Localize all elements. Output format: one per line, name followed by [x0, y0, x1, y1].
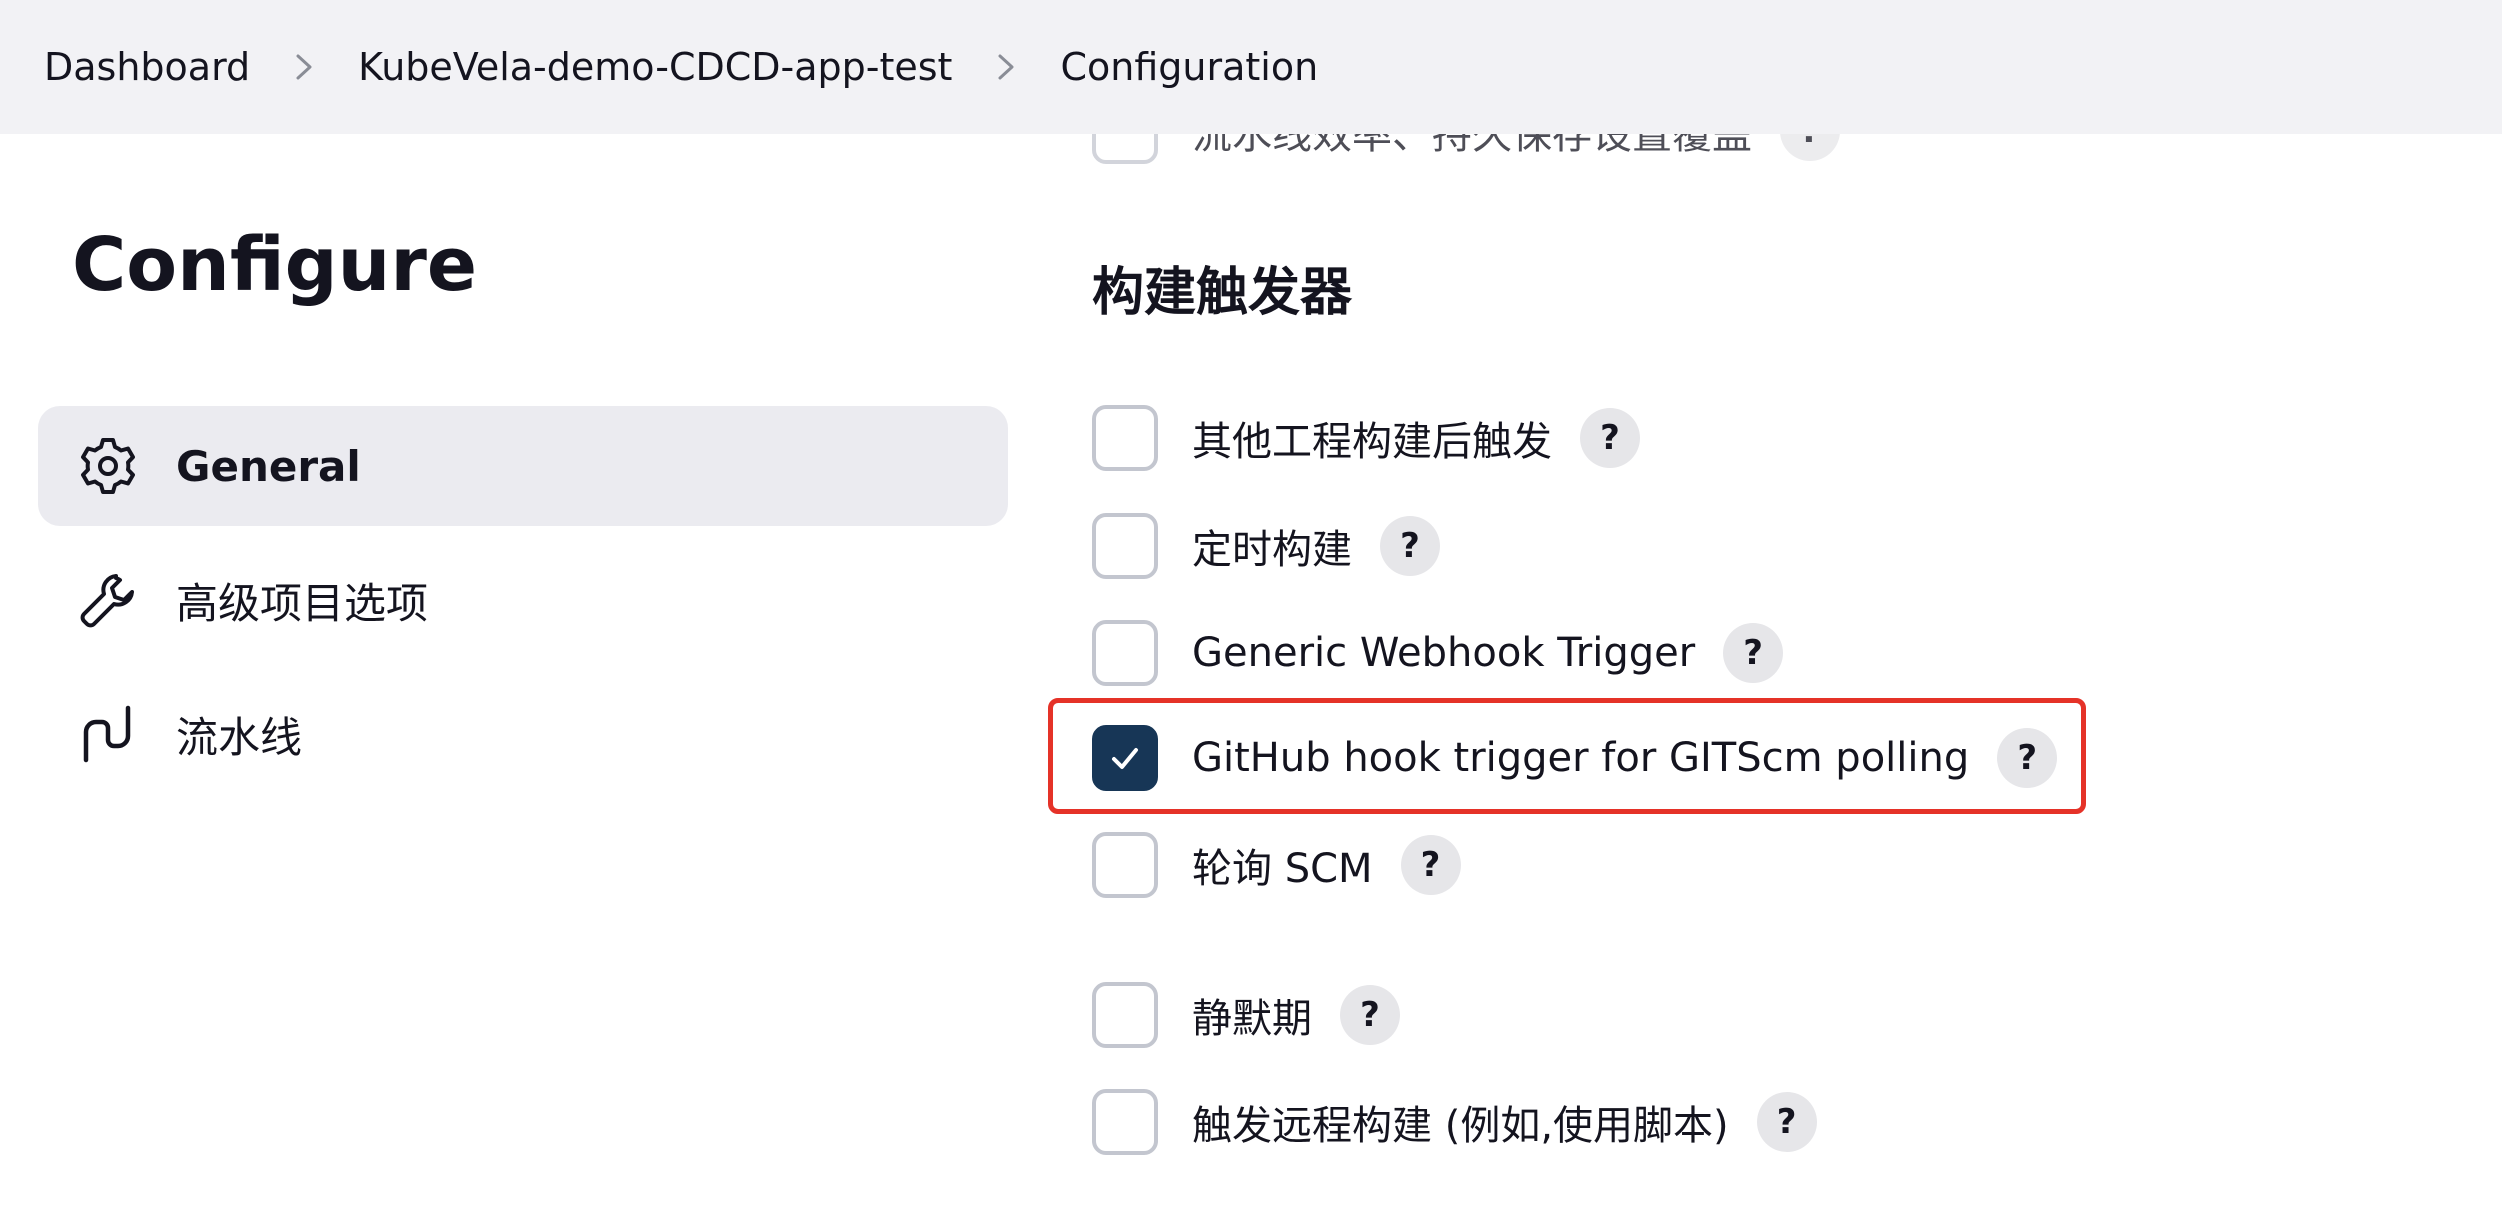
- checkbox[interactable]: [1092, 620, 1158, 686]
- help-icon[interactable]: ?: [1340, 985, 1400, 1045]
- sidebar-item-label: 高级项目选项: [176, 578, 429, 628]
- option-row: 触发远程构建 (例如,使用脚本) ?: [1092, 1087, 1817, 1157]
- option-row-highlighted: GitHub hook trigger for GITScm polling ?: [1092, 723, 2058, 793]
- wrench-icon: [72, 564, 144, 636]
- checkbox[interactable]: [1092, 982, 1158, 1048]
- gear-icon: [72, 430, 144, 502]
- option-label: 定时构建: [1192, 527, 1352, 573]
- sidebar-item-pipeline[interactable]: 流水线: [38, 674, 1008, 794]
- help-icon[interactable]: ?: [1723, 623, 1784, 683]
- pipeline-icon: [72, 698, 144, 770]
- sidebar-item-label: General: [176, 441, 361, 491]
- breadcrumb-configuration[interactable]: Configuration: [1060, 45, 1318, 89]
- help-icon[interactable]: ?: [1756, 1092, 1817, 1152]
- option-label: 静默期: [1192, 996, 1312, 1042]
- option-label: 其他工程构建后触发: [1192, 419, 1552, 465]
- breadcrumb-dashboard[interactable]: Dashboard: [44, 45, 250, 89]
- option-row: 轮询 SCM ?: [1092, 830, 1461, 900]
- option-row: 其他工程构建后触发 ?: [1092, 403, 1640, 473]
- checkbox[interactable]: [1092, 1089, 1158, 1155]
- checkbox[interactable]: [1092, 405, 1158, 471]
- chevron-right-icon: [284, 47, 324, 87]
- check-icon: [1112, 748, 1138, 769]
- option-row: Generic Webhook Trigger ?: [1092, 618, 1784, 688]
- option-row: 定时构建 ?: [1092, 511, 1440, 581]
- sidebar-item-advanced[interactable]: 高级项目选项: [38, 540, 1008, 660]
- option-label: GitHub hook trigger for GITScm polling: [1192, 735, 1970, 781]
- sidebar-item-label: 流水线: [176, 712, 303, 762]
- breadcrumb: Dashboard KubeVela-demo-CDCD-app-test Co…: [0, 0, 2502, 134]
- checkbox-checked[interactable]: [1092, 725, 1158, 791]
- page-title: Configure: [72, 222, 478, 308]
- checkbox[interactable]: [1092, 513, 1158, 579]
- breadcrumb-job[interactable]: KubeVela-demo-CDCD-app-test: [358, 45, 952, 89]
- help-icon[interactable]: ?: [1580, 408, 1640, 468]
- option-row: 静默期 ?: [1092, 980, 1400, 1050]
- help-icon[interactable]: ?: [1380, 516, 1440, 576]
- help-icon[interactable]: ?: [1997, 728, 2058, 788]
- section-title: 构建触发器: [1092, 263, 1353, 323]
- help-icon[interactable]: ?: [1400, 835, 1461, 895]
- option-label: Generic Webhook Trigger: [1192, 630, 1696, 676]
- option-label: 轮询 SCM: [1192, 846, 1373, 892]
- jenkins-configure-page: Dashboard KubeVela-demo-CDCD-app-test Co…: [0, 0, 2502, 1228]
- option-label: 触发远程构建 (例如,使用脚本): [1192, 1103, 1729, 1149]
- chevron-right-icon: [986, 47, 1026, 87]
- checkbox[interactable]: [1092, 832, 1158, 898]
- sidebar-item-general[interactable]: General: [38, 406, 1008, 526]
